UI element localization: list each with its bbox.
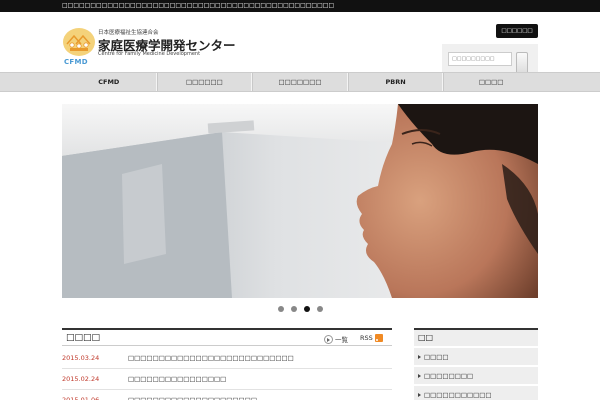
news-header: □□□□ 一覧 RSS [62, 328, 392, 346]
hero-photo [62, 104, 538, 298]
global-nav: CFMD □□□□□□ □□□□□□□ PBRN □□□□ [0, 72, 600, 92]
news-date: 2015.01.06 [62, 396, 100, 400]
rss-icon [374, 334, 383, 342]
sidebar-item[interactable]: □□□□□□□□□□□ [414, 386, 538, 400]
logo-english-name: Centre for Family Medicine Development [98, 51, 201, 57]
arrow-circle-icon [324, 334, 333, 344]
search-input[interactable] [448, 52, 512, 66]
nav-item-3[interactable]: □□□□□□□ [252, 73, 348, 91]
news-rss-label: RSS [360, 334, 373, 342]
site-header: CFMD 日本医療福祉生協連合会 家庭医療学開発センター Centre for … [0, 12, 600, 78]
sidebar-menu: □□ □□□□ □□□□□□□□ □□□□□□□□□□□ [414, 328, 538, 400]
nav-item-5[interactable]: □□□□ [443, 73, 538, 91]
top-announcement-bar: □□□□□□□□□□□□□□□□□□□□□□□□□□□□□□□□□□□□□□□□… [0, 0, 600, 12]
search-button[interactable] [516, 52, 528, 74]
nav-item-cfmd[interactable]: CFMD [62, 73, 157, 91]
sidebar-title: □□ [418, 333, 434, 342]
house-family-logo-icon [63, 28, 95, 56]
news-section: □□□□ 一覧 RSS 2015.03.24 □□□□□□□□□□□□□□□□□… [62, 328, 392, 400]
contact-button[interactable]: □□□□□□ [496, 24, 538, 38]
sidebar-item[interactable]: □□□□ [414, 348, 538, 366]
logo-abbreviation: CFMD [64, 58, 88, 66]
news-date: 2015.02.24 [62, 375, 100, 383]
news-rss-link[interactable]: RSS [360, 334, 383, 342]
top-announcement-text: □□□□□□□□□□□□□□□□□□□□□□□□□□□□□□□□□□□□□□□□… [62, 2, 335, 9]
news-item[interactable]: 2015.01.06 □□□□□□□□□□□□□□□□□□□□□ [62, 390, 392, 400]
slider-dot[interactable] [278, 306, 284, 312]
slider-dot-active[interactable] [304, 306, 310, 312]
slider-dot[interactable] [291, 306, 297, 312]
news-text[interactable]: □□□□□□□□□□□□□□□□ [128, 369, 392, 390]
news-text[interactable]: □□□□□□□□□□□□□□□□□□□□□ [128, 390, 392, 400]
site-logo[interactable]: CFMD 日本医療福祉生協連合会 家庭医療学開発センター Centre for … [62, 24, 242, 68]
news-list-link[interactable]: 一覧 [324, 334, 348, 344]
hero-slide-image[interactable] [62, 104, 538, 298]
news-item[interactable]: 2015.02.24 □□□□□□□□□□□□□□□□ [62, 369, 392, 390]
news-text[interactable]: □□□□□□□□□□□□□□□□□□□□□□□□□□□ [128, 348, 392, 369]
slider-dot[interactable] [317, 306, 323, 312]
slider-pagination [278, 306, 323, 314]
news-item[interactable]: 2015.03.24 □□□□□□□□□□□□□□□□□□□□□□□□□□□ [62, 348, 392, 369]
sidebar-header: □□ [414, 328, 538, 346]
nav-item-2[interactable]: □□□□□□ [156, 73, 253, 91]
news-title: □□□□ [66, 333, 101, 343]
news-list-label: 一覧 [335, 336, 348, 344]
news-date: 2015.03.24 [62, 354, 100, 362]
nav-item-pbrn[interactable]: PBRN [347, 73, 444, 91]
sidebar-item[interactable]: □□□□□□□□ [414, 367, 538, 385]
